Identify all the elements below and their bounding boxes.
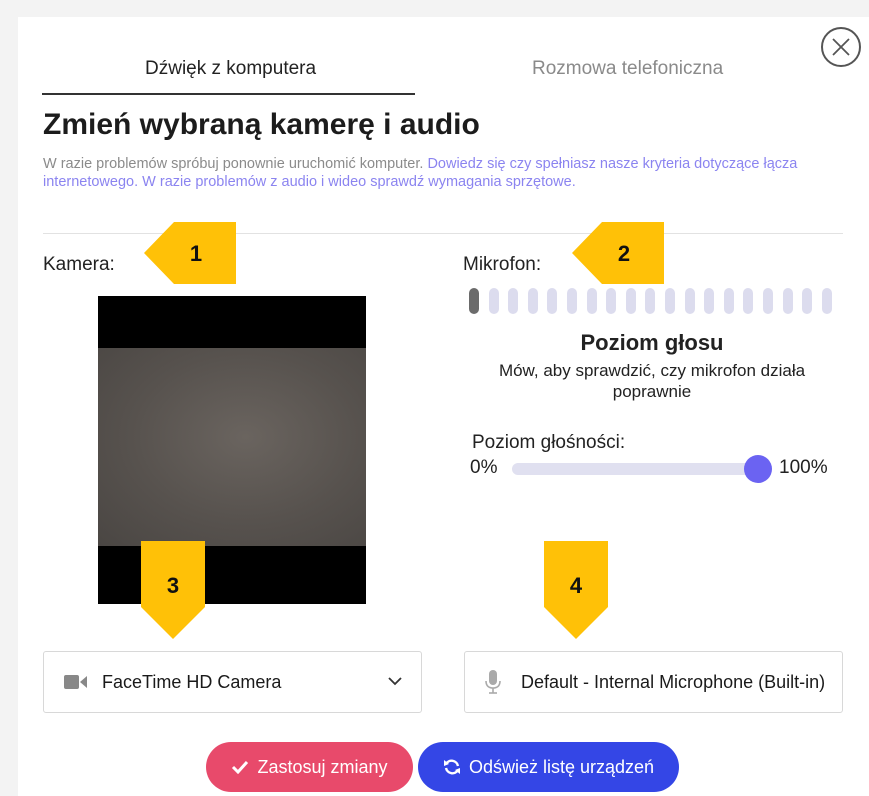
meter-segment xyxy=(547,288,558,314)
meter-segment xyxy=(665,288,675,314)
voice-level-description: Mów, aby sprawdzić, czy mikrofon działa … xyxy=(498,361,806,401)
tab-phone-call[interactable]: Rozmowa telefoniczna xyxy=(532,58,723,80)
meter-segment xyxy=(763,288,773,314)
camera-select[interactable]: FaceTime HD Camera xyxy=(43,651,422,713)
callout-1: 1 xyxy=(144,222,236,284)
callout-3-label: 3 xyxy=(167,573,179,598)
callout-1-label: 1 xyxy=(190,241,202,266)
microphone-label: Mikrofon: xyxy=(463,254,542,275)
meter-segment xyxy=(743,288,754,314)
refresh-devices-button[interactable]: Odśwież listę urządzeń xyxy=(418,742,679,792)
video-camera-icon xyxy=(64,675,87,689)
refresh-icon xyxy=(443,759,460,775)
meter-segment xyxy=(527,288,538,314)
meter-segment xyxy=(567,288,577,314)
camera-preview xyxy=(98,296,366,604)
camera-video xyxy=(98,348,366,546)
meter-segment xyxy=(625,288,636,314)
volume-min-label: 0% xyxy=(470,457,498,478)
microphone-select-value: Default - Internal Microphone (Built-in) xyxy=(521,672,826,692)
description-text: W razie problemów spróbuj ponownie uruch… xyxy=(43,156,424,172)
active-tab-underline xyxy=(42,93,415,95)
meter-segment xyxy=(802,288,813,314)
callout-2: 2 xyxy=(572,222,664,284)
meter-segment xyxy=(723,288,734,314)
chevron-down-icon xyxy=(388,677,402,686)
camera-select-value: FaceTime HD Camera xyxy=(102,672,282,692)
window-left-band xyxy=(0,0,18,796)
volume-max-label: 100% xyxy=(779,457,828,478)
meter-segment xyxy=(704,288,715,314)
volume-slider-track[interactable] xyxy=(512,463,767,475)
meter-segment xyxy=(645,288,656,314)
meter-segment xyxy=(586,288,597,314)
checkmark-icon xyxy=(232,760,249,774)
callout-4: 4 xyxy=(544,541,608,639)
close-button[interactable] xyxy=(821,27,861,67)
volume-label: Poziom głośności: xyxy=(472,432,626,453)
voice-level-title: Poziom głosu xyxy=(580,330,724,355)
meter-segment xyxy=(782,288,793,314)
meter-segment xyxy=(684,288,695,314)
camera-label: Kamera: xyxy=(43,254,115,275)
page-title: Zmień wybraną kamerę i audio xyxy=(43,108,480,141)
tab-computer-audio[interactable]: Dźwięk z komputera xyxy=(145,58,316,80)
apply-changes-button[interactable]: Zastosuj zmiany xyxy=(206,742,413,792)
callout-4-label: 4 xyxy=(570,573,583,598)
refresh-devices-label: Odśwież listę urządzeń xyxy=(468,756,655,777)
description: W razie problemów spróbuj ponownie uruch… xyxy=(43,155,843,191)
close-icon xyxy=(832,38,850,56)
voice-level-meter xyxy=(469,288,849,314)
meter-segment xyxy=(821,288,832,314)
callout-3: 3 xyxy=(141,541,205,639)
meter-segment xyxy=(488,288,499,314)
meter-segment xyxy=(469,288,479,314)
meter-segment xyxy=(606,288,617,314)
meter-segment xyxy=(508,288,519,314)
callout-2-label: 2 xyxy=(618,241,630,266)
window-top-band xyxy=(0,0,869,17)
microphone-icon xyxy=(485,670,501,694)
microphone-select[interactable]: Default - Internal Microphone (Built-in) xyxy=(464,651,843,713)
apply-changes-label: Zastosuj zmiany xyxy=(257,756,388,777)
volume-slider-thumb[interactable] xyxy=(744,455,772,483)
